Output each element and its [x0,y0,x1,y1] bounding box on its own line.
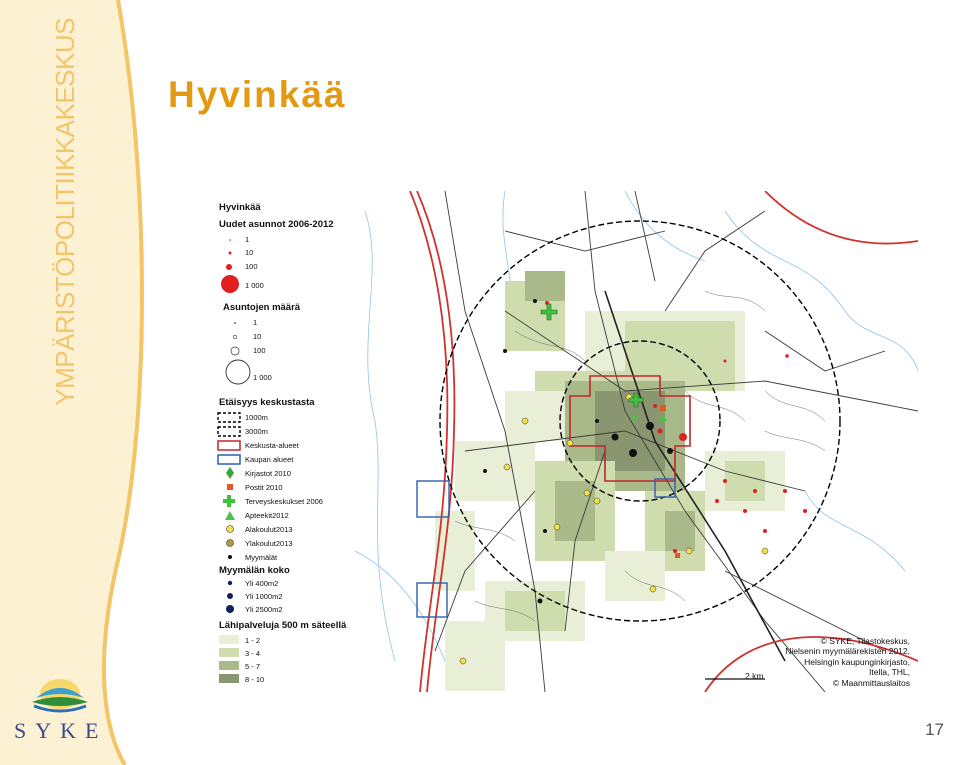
olive-dot-icon [226,539,234,547]
legend-distance-title: Etäisyys keskustasta [219,397,315,408]
legend-item-services-3-4: 3 - 4 [205,647,350,659]
red-box-icon [217,440,241,451]
legend-item-retail-area: Kaupan alueet [205,453,350,465]
hollow-circle-icon [225,359,251,385]
post-square-icon [227,484,233,490]
green-cross-icon [223,495,235,507]
red-dot-icon [228,251,232,255]
legend-new-dwellings-title: Uudet asunnot 2006-2012 [219,219,334,230]
legend-label: Postit 2010 [245,483,283,492]
legend-services-title: Lähipalveluja 500 m säteellä [219,620,347,631]
yellow-dot-icon [226,525,234,533]
map-copyright: © SYKE, Tilastokeskus, Nielsenin myymälä… [760,636,910,689]
legend-label: Myymälät [245,553,278,562]
legend-label: Kirjastot 2010 [245,469,291,478]
legend-label: 1 [253,318,258,327]
legend-map-title: Hyvinkää [219,202,261,213]
pharmacy-triangle-icon [225,511,235,520]
legend-label: Keskusta-alueet [245,441,299,450]
legend-item-post: Postit 2010 [205,481,350,493]
legend-label: 100 [253,346,266,355]
black-dot-icon [228,555,232,559]
legend-item-center-area: Keskusta-alueet [205,439,350,451]
legend-dwellings-count-title: Asuntojen määrä [223,302,301,313]
hollow-circle-icon [230,346,240,356]
legend-item-dwellings-1000: 1 000 [205,359,350,385]
legend-label: 100 [245,262,258,271]
red-dot-icon [221,275,239,293]
legend-label: 3000m [245,427,268,436]
services-swatch-icon [219,635,239,644]
map-legend: Hyvinkää Uudet asunnot 2006-2012 1 10 10… [205,191,350,692]
legend-item-new-dwellings-1000: 1 000 [205,275,350,293]
copyright-line: Helsingin kaupunginkirjasto, [804,656,910,667]
dashed-box-icon [217,426,241,437]
legend-item-stores: Myymälät [205,551,350,563]
legend-item-store-1000: Yli 1000m2 [205,590,350,602]
legend-label: 8 - 10 [245,675,265,684]
legend-label: Ylakoulut2013 [245,539,293,548]
legend-label: 5 - 7 [245,662,261,671]
navy-dot-icon [227,593,233,599]
legend-item-dwellings-1: 1 [205,316,350,328]
legend-item-primary-school: Alakoulut2013 [205,523,350,535]
legend-item-services-8-10: 8 - 10 [205,673,350,685]
hollow-circle-icon [232,334,238,340]
legend-label: Yli 2500m2 [245,605,283,614]
legend-label: Terveyskeskukset 2006 [245,497,323,506]
dashed-box-icon [217,412,241,423]
copyright-line: © Maanmittauslaitos [832,677,910,688]
legend-item-store-2500: Yli 2500m2 [205,603,350,615]
services-swatch-icon [219,648,239,657]
legend-label: Apteekit2012 [245,511,289,520]
blue-box-icon [217,454,241,465]
legend-item-services-1-2: 1 - 2 [205,634,350,646]
organization-vertical-title: YMPÄRISTÖPOLITIIKKAKESKUS [50,18,80,406]
logo-text: SYKE [14,718,108,743]
legend-label: Kaupan alueet [245,455,294,464]
page-title: Hyvinkää [168,74,347,115]
legend-label: Yli 400m2 [245,579,279,588]
legend-item-services-5-7: 5 - 7 [205,660,350,672]
legend-label: 1000m [245,413,268,422]
legend-item-new-dwellings-100: 100 [205,260,350,272]
red-dot-icon [226,264,232,270]
red-dot-icon [229,239,231,241]
library-diamond-icon [226,467,234,479]
page-number: 17 [925,720,944,739]
services-swatch-icon [219,674,239,683]
legend-label: 10 [245,248,254,257]
legend-item-dwellings-10: 10 [205,330,350,342]
legend-item-health-center: Terveyskeskukset 2006 [205,495,350,507]
copyright-line: Nielsenin myymälärekisteri 2012, [785,646,910,656]
legend-store-size-title: Myymälän koko [219,565,290,576]
legend-item-new-dwellings-10: 10 [205,246,350,258]
legend-item-library: Kirjastot 2010 [205,467,350,479]
navy-dot-icon [226,605,234,613]
legend-label: 1 000 [245,281,264,290]
legend-item-new-dwellings-1: 1 [205,233,350,245]
legend-label: 1 [245,235,250,244]
legend-item-pharmacy: Apteekit2012 [205,509,350,521]
services-swatch-icon [219,661,239,670]
legend-label: Yli 1000m2 [245,592,283,601]
legend-label: 3 - 4 [245,649,261,658]
legend-item-3000m: 3000m [205,425,350,437]
legend-label: 1 - 2 [245,636,261,645]
legend-item-store-400: Yli 400m2 [205,577,350,589]
copyright-line: © SYKE, Tilastokeskus, [820,635,910,646]
legend-label: 1 000 [253,373,272,382]
legend-item-1000m: 1000m [205,411,350,423]
copyright-line: Itella, THL, [869,667,910,677]
legend-item-dwellings-100: 100 [205,344,350,356]
navy-dot-icon [227,580,233,586]
legend-item-secondary-school: Ylakoulut2013 [205,537,350,549]
hollow-circle-icon [233,321,237,325]
legend-label: Alakoulut2013 [245,525,293,534]
legend-label: 10 [253,332,262,341]
